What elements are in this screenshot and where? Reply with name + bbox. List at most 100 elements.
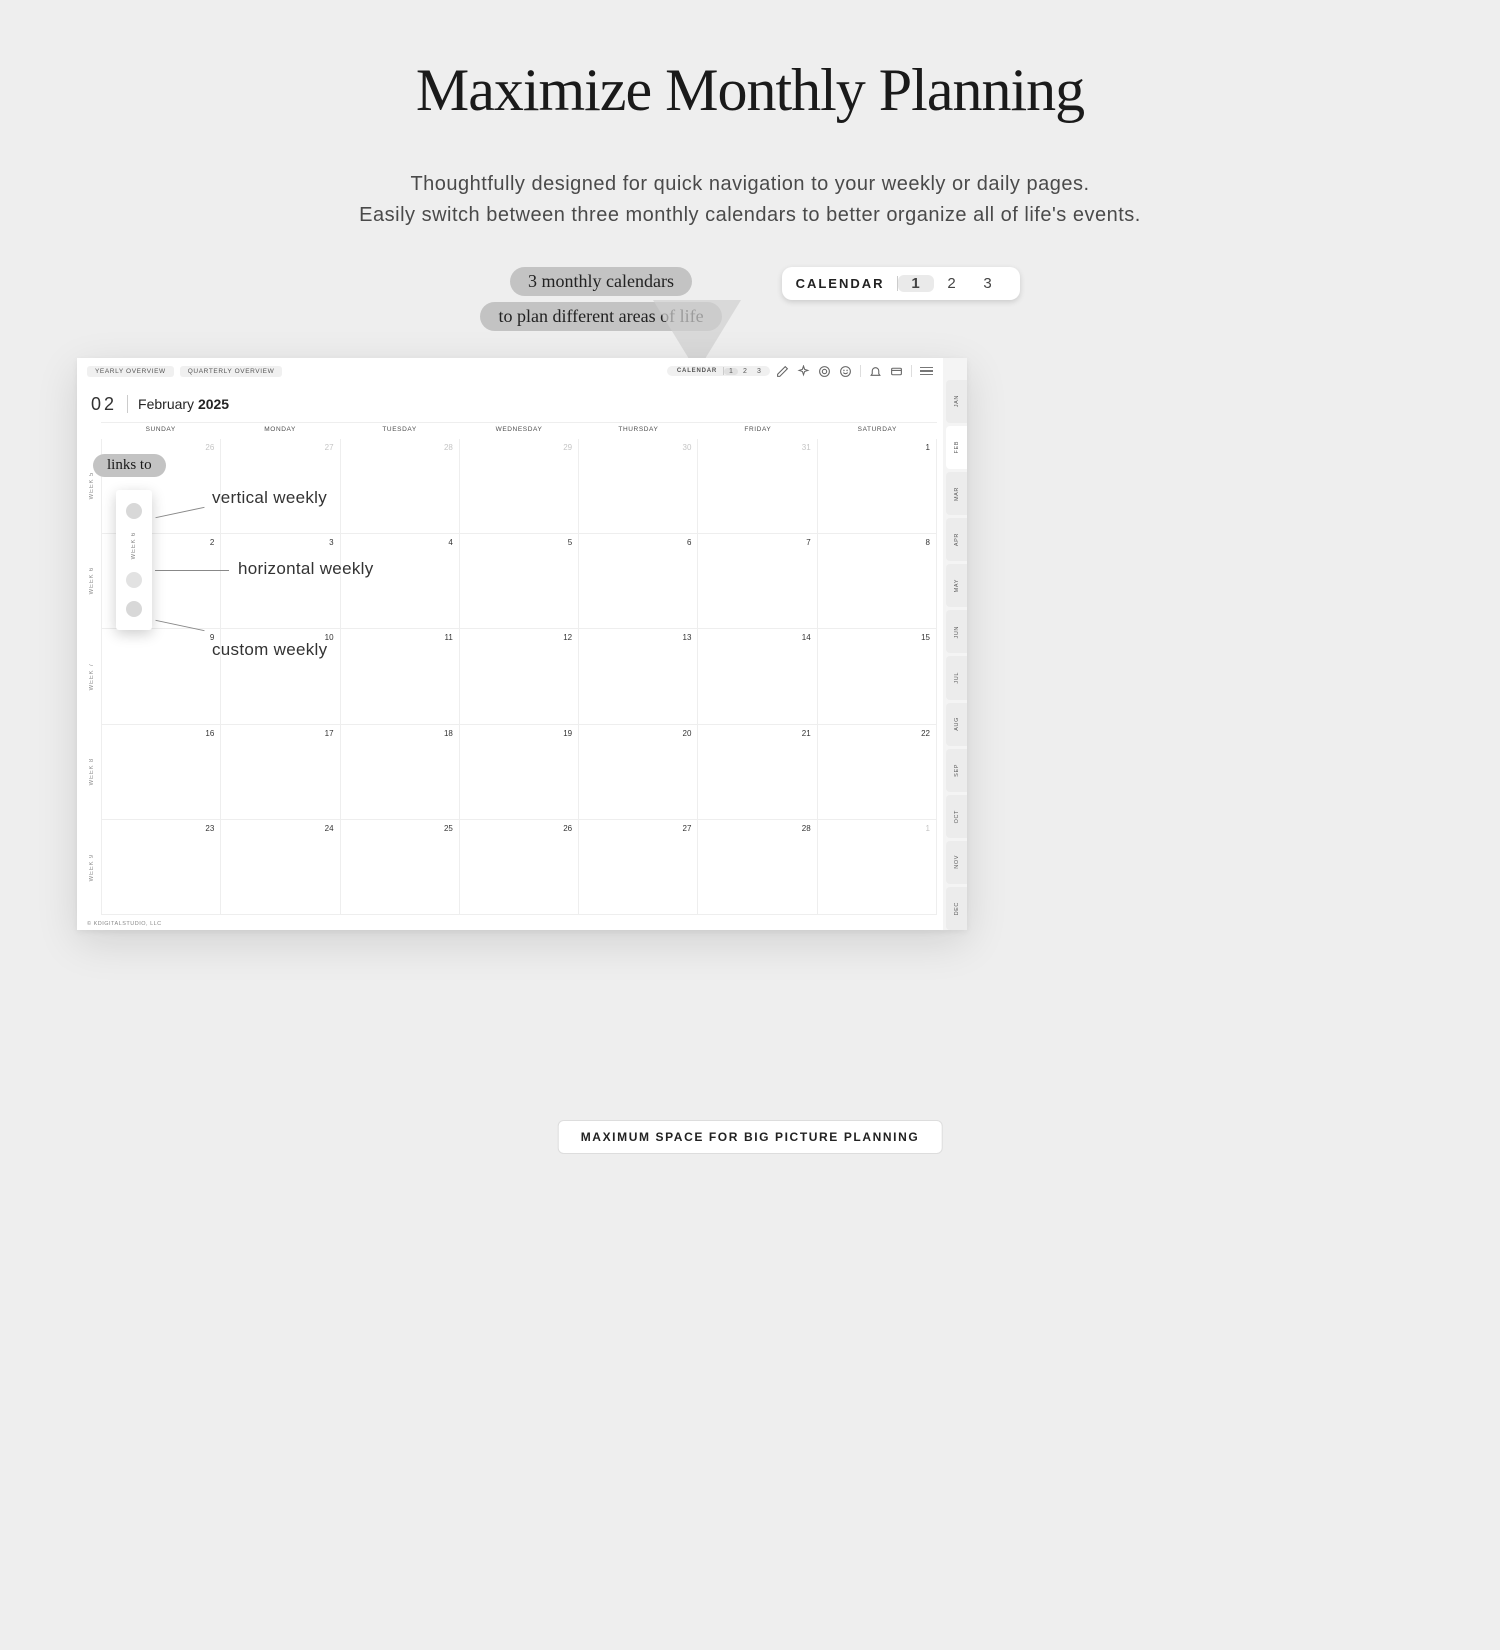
calendar-switch-opt-1[interactable]: 1 [898, 275, 934, 292]
bell-icon[interactable] [869, 365, 882, 378]
day-cell[interactable]: 30 [579, 439, 698, 533]
day-number: 28 [802, 824, 811, 833]
calendar-switch-small-3[interactable]: 3 [752, 368, 766, 375]
day-cell[interactable]: 28 [341, 439, 460, 533]
month-tab-label: JAN [954, 395, 960, 407]
day-cell[interactable]: 1 [818, 820, 937, 914]
day-cell[interactable]: 4 [341, 534, 460, 628]
day-number: 11 [445, 633, 453, 642]
day-number: 31 [802, 443, 811, 452]
menu-icon[interactable] [920, 367, 933, 376]
day-cell[interactable]: 6 [579, 534, 698, 628]
day-cell[interactable]: 22 [818, 725, 937, 819]
day-cell[interactable]: 25 [341, 820, 460, 914]
month-tab-mar[interactable]: MAR [946, 472, 967, 515]
day-cell[interactable]: 18 [341, 725, 460, 819]
day-number: 26 [205, 443, 214, 452]
day-cell[interactable]: 8 [818, 534, 937, 628]
pencil-icon[interactable] [776, 365, 789, 378]
day-number: 12 [563, 633, 572, 642]
day-cell[interactable]: 12 [460, 629, 579, 723]
month-tab-label: AUG [954, 717, 960, 731]
day-cell[interactable]: 19 [460, 725, 579, 819]
target-icon[interactable] [818, 365, 831, 378]
day-cell[interactable]: 21 [698, 725, 817, 819]
week-label-5[interactable]: WEEK 5 [89, 472, 95, 499]
day-number: 5 [568, 538, 572, 547]
day-number: 27 [683, 824, 692, 833]
day-number: 21 [802, 729, 811, 738]
month-tab-feb[interactable]: FEB [946, 426, 967, 469]
day-cell[interactable]: 27 [579, 820, 698, 914]
sparkle-icon[interactable] [797, 365, 810, 378]
day-cell[interactable]: 23 [102, 820, 221, 914]
month-tab-oct[interactable]: OCT [946, 795, 967, 838]
dow-mon: MONDAY [220, 423, 339, 439]
weekly-vertical-button[interactable] [126, 503, 142, 519]
day-cell[interactable]: 31 [698, 439, 817, 533]
month-tab-label: NOV [954, 855, 960, 869]
calendar-switch-small-2[interactable]: 2 [738, 368, 752, 375]
day-number: 4 [448, 538, 452, 547]
week-label-8[interactable]: WEEK 8 [89, 758, 95, 785]
hero-title: Maximize Monthly Planning [0, 0, 1500, 125]
day-number: 14 [802, 633, 811, 642]
month-tab-aug[interactable]: AUG [946, 703, 967, 746]
calendar-switch: CALENDAR 1 2 3 [667, 366, 770, 376]
day-cell[interactable]: 9 [102, 629, 221, 723]
day-cell[interactable]: 24 [221, 820, 340, 914]
month-tab-apr[interactable]: APR [946, 518, 967, 561]
hero-subtitle: Thoughtfully designed for quick navigati… [0, 169, 1500, 231]
week-label-9[interactable]: WEEK 9 [89, 854, 95, 881]
month-tab-sep[interactable]: SEP [946, 749, 967, 792]
weekly-custom-button[interactable] [126, 601, 142, 617]
day-cell[interactable]: 27 [221, 439, 340, 533]
calendar-switch-small-1[interactable]: 1 [724, 368, 738, 375]
month-tab-jan[interactable]: JAN [946, 380, 967, 423]
day-cell[interactable]: 3 [221, 534, 340, 628]
month-name-text: February [138, 396, 194, 412]
quarterly-overview-button[interactable]: QUARTERLY OVERVIEW [180, 366, 283, 377]
yearly-overview-button[interactable]: YEARLY OVERVIEW [87, 366, 174, 377]
dow-wed: WEDNESDAY [459, 423, 578, 439]
day-cell[interactable]: 16 [102, 725, 221, 819]
day-cell[interactable]: 29 [460, 439, 579, 533]
day-cell[interactable]: 5 [460, 534, 579, 628]
day-cell[interactable]: 26 [460, 820, 579, 914]
week-popover: WEEK 6 [116, 490, 152, 630]
month-tab-dec[interactable]: DEC [946, 887, 967, 930]
card-icon[interactable] [890, 365, 903, 378]
weekly-horizontal-button[interactable] [126, 572, 142, 588]
day-number: 1 [926, 443, 930, 452]
month-tab-label: SEP [954, 764, 960, 777]
day-number: 13 [683, 633, 692, 642]
month-tab-may[interactable]: MAY [946, 564, 967, 607]
day-cell[interactable]: 7 [698, 534, 817, 628]
month-tab-label: JUL [954, 672, 960, 684]
day-cell[interactable]: 20 [579, 725, 698, 819]
day-cell[interactable]: 15 [818, 629, 937, 723]
day-cell[interactable]: 14 [698, 629, 817, 723]
day-number: 2 [210, 538, 214, 547]
month-tab-jun[interactable]: JUN [946, 610, 967, 653]
day-cell[interactable]: 28 [698, 820, 817, 914]
week-label-6[interactable]: WEEK 6 [89, 567, 95, 594]
calendar-switch-label: CALENDAR [796, 276, 898, 291]
planner-app: YEARLY OVERVIEW QUARTERLY OVERVIEW CALEN… [77, 358, 967, 930]
calendar-switch-opt-3[interactable]: 3 [970, 275, 1006, 292]
month-number: 02 [91, 394, 117, 415]
day-cell[interactable]: 11 [341, 629, 460, 723]
day-number: 16 [205, 729, 214, 738]
week-label-7[interactable]: WEEK 7 [89, 663, 95, 690]
day-cell[interactable]: 17 [221, 725, 340, 819]
day-number: 28 [444, 443, 453, 452]
calendar-switch-opt-2[interactable]: 2 [934, 275, 970, 292]
day-cell[interactable]: 13 [579, 629, 698, 723]
day-cell[interactable]: 1 [818, 439, 937, 533]
day-number: 18 [444, 729, 453, 738]
month-tab-jul[interactable]: JUL [946, 656, 967, 699]
day-number: 24 [325, 824, 334, 833]
smile-icon[interactable] [839, 365, 852, 378]
month-year: 2025 [198, 396, 229, 412]
month-tab-nov[interactable]: NOV [946, 841, 967, 884]
